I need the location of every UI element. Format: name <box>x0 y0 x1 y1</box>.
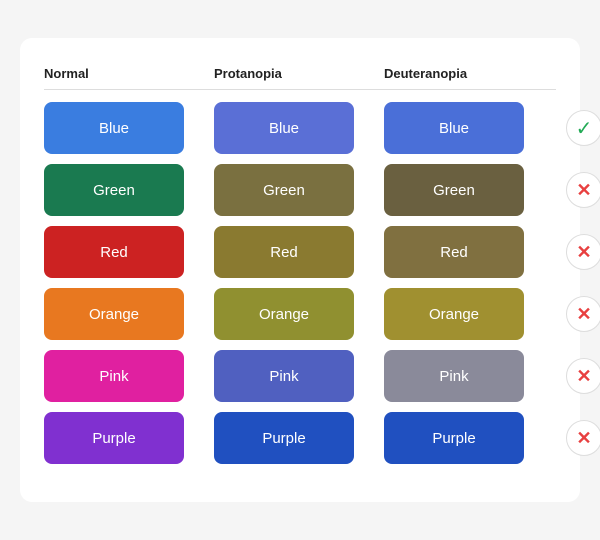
protanopia-btn-green: Green <box>214 164 354 216</box>
cross-icon: ✕ <box>576 428 591 449</box>
table-row: RedRedRed✕ <box>44 226 556 278</box>
status-icon-orange: ✕ <box>566 296 600 332</box>
rows-container: BlueBlueBlue✓GreenGreenGreen✕RedRedRed✕O… <box>44 102 556 464</box>
normal-btn-purple: Purple <box>44 412 184 464</box>
cross-icon: ✕ <box>576 242 591 263</box>
main-container: Normal Protanopia Deuteranopia Blue Blue B… <box>20 38 580 502</box>
status-icon-pink: ✕ <box>566 358 600 394</box>
checkmark-icon: ✓ <box>576 116 593 141</box>
table-row: GreenGreenGreen✕ <box>44 164 556 216</box>
cross-icon: ✕ <box>576 304 591 325</box>
protanopia-btn-purple: Purple <box>214 412 354 464</box>
normal-btn-green: Green <box>44 164 184 216</box>
header-row: Normal Protanopia Deuteranopia <box>44 66 556 90</box>
header-status <box>554 66 600 81</box>
table-row: PurplePurplePurple✕ <box>44 412 556 464</box>
cross-icon: ✕ <box>576 180 591 201</box>
header-protanopia: Protanopia <box>214 66 384 81</box>
normal-btn-pink: Pink <box>44 350 184 402</box>
protanopia-btn-pink: Pink <box>214 350 354 402</box>
normal-btn-blue: Blue <box>44 102 184 154</box>
protanopia-btn-red: Red <box>214 226 354 278</box>
status-icon-purple: ✕ <box>566 420 600 456</box>
deuteranopia-btn-blue: Blue <box>384 102 524 154</box>
header-deuteranopia: Deuteranopia <box>384 66 554 81</box>
table-row: PinkPinkPink✕ <box>44 350 556 402</box>
header-normal: Normal <box>44 66 214 81</box>
deuteranopia-btn-purple: Purple <box>384 412 524 464</box>
status-icon-red: ✕ <box>566 234 600 270</box>
deuteranopia-btn-pink: Pink <box>384 350 524 402</box>
protanopia-btn-blue: Blue <box>214 102 354 154</box>
table-row: BlueBlueBlue✓ <box>44 102 556 154</box>
table-row: OrangeOrangeOrange✕ <box>44 288 556 340</box>
deuteranopia-btn-red: Red <box>384 226 524 278</box>
protanopia-btn-orange: Orange <box>214 288 354 340</box>
status-icon-blue: ✓ <box>566 110 600 146</box>
deuteranopia-btn-orange: Orange <box>384 288 524 340</box>
normal-btn-orange: Orange <box>44 288 184 340</box>
normal-btn-red: Red <box>44 226 184 278</box>
cross-icon: ✕ <box>576 366 591 387</box>
deuteranopia-btn-green: Green <box>384 164 524 216</box>
status-icon-green: ✕ <box>566 172 600 208</box>
